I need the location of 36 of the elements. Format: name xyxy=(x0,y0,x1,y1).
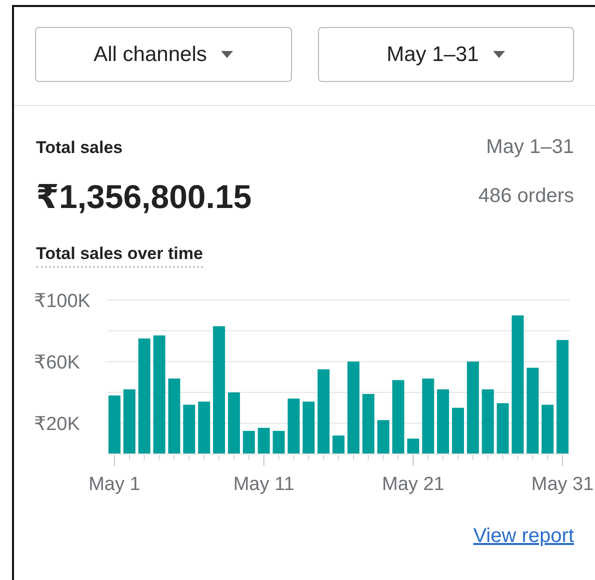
bar xyxy=(288,398,300,454)
axis-label: May 11 xyxy=(233,474,294,495)
bar xyxy=(108,395,120,454)
view-report-link[interactable]: View report xyxy=(473,525,574,548)
axis-label: May 31 xyxy=(531,474,594,495)
bar xyxy=(332,436,344,454)
bar xyxy=(198,402,210,454)
order-count: 486 orders xyxy=(478,185,574,208)
bar xyxy=(272,430,285,454)
bar xyxy=(242,430,255,454)
bar xyxy=(542,404,554,454)
axis-label: ₹100K xyxy=(34,291,90,312)
axis-label: May 1 xyxy=(88,474,140,495)
bar xyxy=(362,394,374,454)
bar xyxy=(437,389,450,454)
caret-icon xyxy=(220,51,233,58)
bar xyxy=(482,389,494,454)
bar xyxy=(123,389,136,454)
bar xyxy=(496,403,509,454)
sales-amount: ₹1,356,800.15 xyxy=(36,177,252,216)
section-title: Total sales xyxy=(36,138,123,158)
bar xyxy=(302,402,315,454)
bar xyxy=(377,420,390,454)
axis-label: May 21 xyxy=(382,474,444,495)
bar xyxy=(407,438,420,454)
date-range: May 1–31 xyxy=(486,136,574,159)
dropdown-button[interactable]: All channels xyxy=(35,27,292,82)
bar xyxy=(258,428,270,454)
chart-title: Total sales over time xyxy=(36,244,203,268)
bar xyxy=(452,408,464,454)
bar xyxy=(228,392,240,454)
axis-label: ₹20K xyxy=(34,414,80,436)
bar xyxy=(183,404,196,454)
axis-label: ₹60K xyxy=(34,352,80,374)
caret-icon xyxy=(492,51,505,58)
dropdown-button[interactable]: May 1–31 xyxy=(318,27,574,82)
